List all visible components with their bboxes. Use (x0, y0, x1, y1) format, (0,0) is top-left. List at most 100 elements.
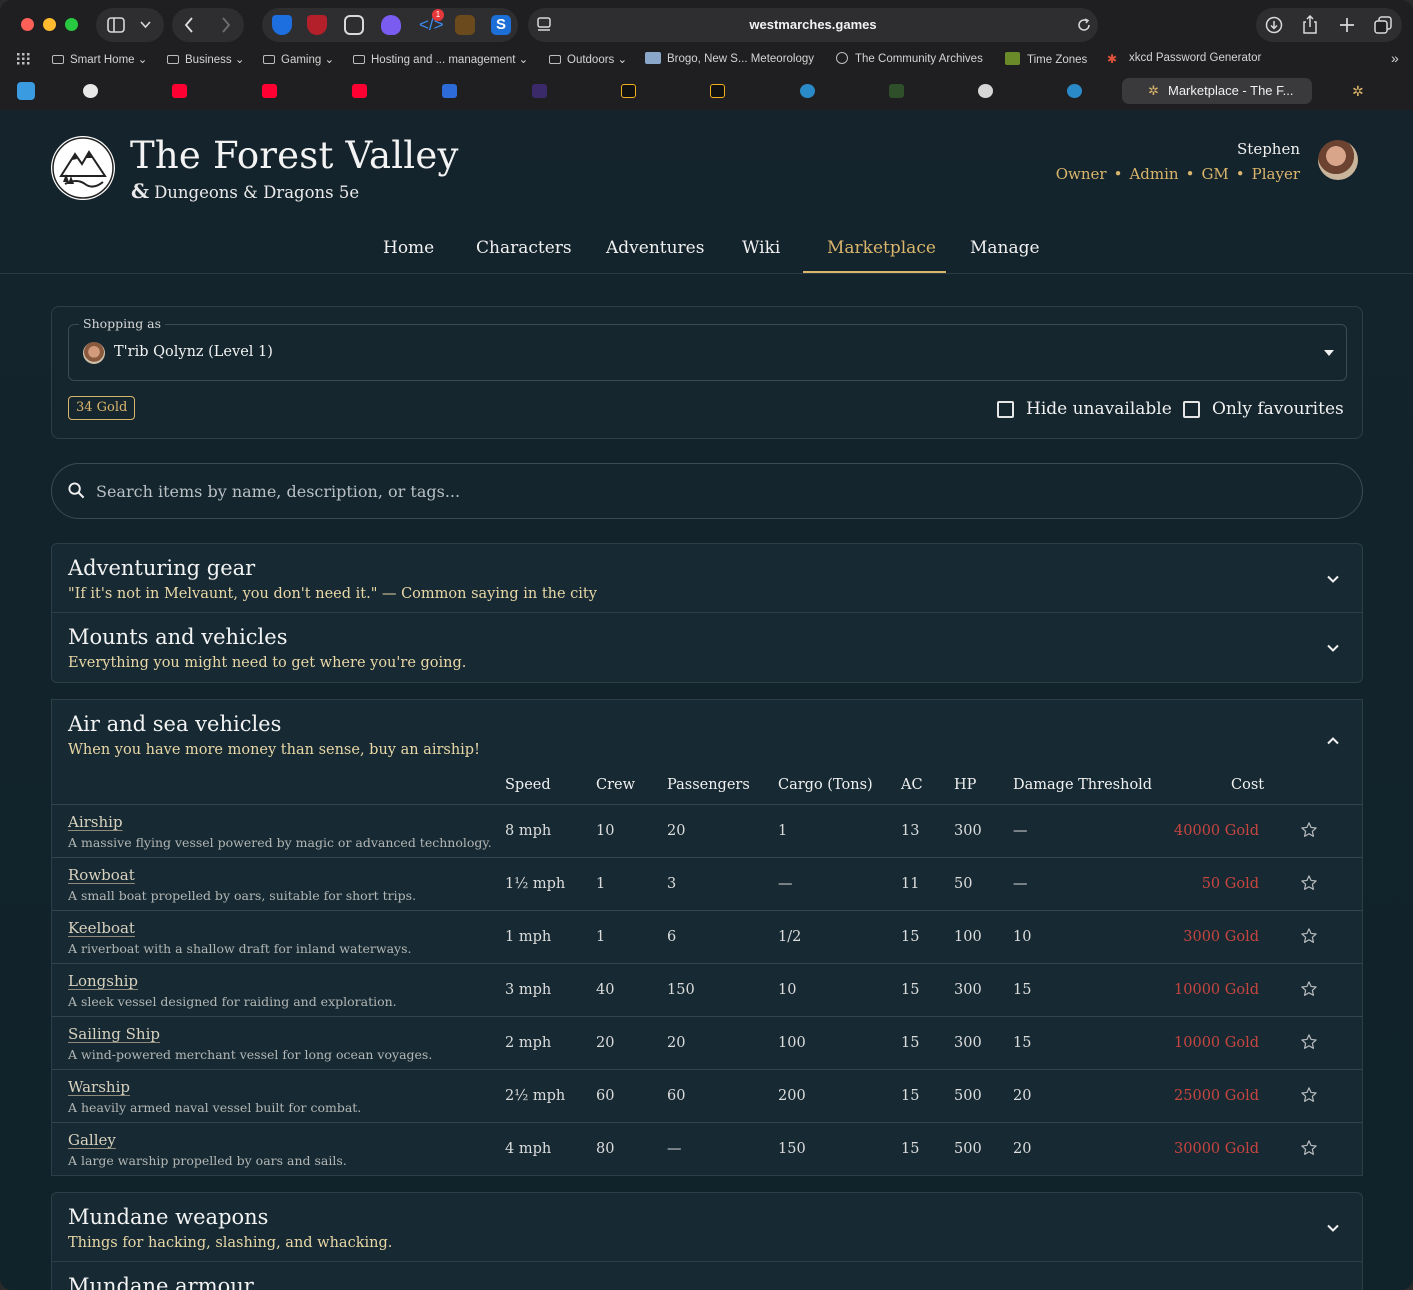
ghost-extension-icon[interactable] (381, 15, 401, 35)
table-row[interactable]: Warship A heavily armed naval vessel buil… (52, 1069, 1362, 1122)
layers-extension-icon[interactable] (455, 15, 475, 35)
item-name-link[interactable]: Keelboat (68, 919, 135, 937)
nav-characters[interactable]: Characters (476, 238, 572, 258)
nav-marketplace[interactable]: Marketplace (827, 238, 936, 258)
bookmark-folder-business[interactable]: Business ⌄ (167, 52, 245, 66)
active-tab[interactable]: ✲ Marketplace - The F... (1122, 78, 1312, 104)
forward-arrow-icon[interactable] (221, 17, 231, 33)
cell-dt: 15 (1013, 1035, 1032, 1051)
pinned-tab-icon[interactable] (17, 82, 35, 100)
only-favourites-checkbox[interactable] (1183, 401, 1200, 418)
cell-ac: 13 (901, 823, 920, 839)
item-name-link[interactable]: Airship (68, 813, 123, 831)
tab-hex-favicon-icon[interactable] (1067, 84, 1082, 98)
clock-favicon-icon (1005, 52, 1020, 65)
tab-youtube-icon[interactable] (172, 84, 187, 98)
category-title[interactable]: Air and sea vehicles (68, 712, 281, 736)
category-mundane-armour[interactable]: Mundane armour (51, 1261, 1363, 1290)
bookmark-folder-gaming[interactable]: Gaming ⌄ (263, 52, 334, 66)
nav-home[interactable]: Home (383, 238, 434, 258)
site-logo[interactable] (51, 136, 115, 200)
favourite-star-icon[interactable] (1300, 927, 1318, 945)
s-extension-icon[interactable]: S (491, 15, 511, 35)
bookmark-brogo[interactable]: Brogo, New S... Meteorology (645, 52, 814, 65)
item-name-link[interactable]: Rowboat (68, 866, 135, 884)
download-icon[interactable] (1265, 16, 1283, 34)
table-row[interactable]: Rowboat A small boat propelled by oars, s… (52, 857, 1362, 910)
tab-forest-favicon-icon[interactable]: ✲ (1352, 83, 1364, 100)
close-window-button[interactable] (21, 18, 34, 31)
chevron-down-icon[interactable] (1326, 641, 1340, 655)
user-avatar[interactable] (1318, 140, 1358, 180)
favourite-star-icon[interactable] (1300, 874, 1318, 892)
tab-v-favicon-icon[interactable] (710, 84, 725, 98)
folder-icon (263, 55, 275, 64)
category-adventuring-gear[interactable]: Adventuring gear "If it's not in Melvaun… (51, 543, 1363, 613)
table-row[interactable]: Keelboat A riverboat with a shallow draft… (52, 910, 1362, 963)
tab-circle-favicon-icon[interactable] (83, 84, 98, 98)
speech-bubble-extension-icon[interactable] (344, 15, 364, 35)
tab-overview-icon[interactable] (1374, 16, 1392, 34)
cell-speed: 2 mph (505, 1035, 552, 1051)
new-tab-icon[interactable] (1339, 17, 1355, 33)
more-bookmarks-icon[interactable]: » (1391, 50, 1399, 66)
tab-hex-favicon-icon[interactable] (800, 84, 815, 98)
favourite-star-icon[interactable] (1300, 1086, 1318, 1104)
nav-buttons (172, 8, 244, 42)
tab-blue-favicon-icon[interactable] (442, 84, 457, 98)
nav-manage[interactable]: Manage (970, 238, 1040, 258)
chevron-up-icon[interactable] (1326, 734, 1340, 748)
bookmark-community-archives[interactable]: The Community Archives (836, 52, 983, 65)
favourite-star-icon[interactable] (1300, 1139, 1318, 1157)
search-input[interactable] (96, 478, 1296, 504)
user-name[interactable]: Stephen (1237, 140, 1300, 158)
tab-purple-favicon-icon[interactable] (532, 84, 547, 98)
hide-unavailable-checkbox[interactable] (997, 401, 1014, 418)
tab-grey-favicon-icon[interactable] (978, 84, 993, 98)
chevron-down-icon[interactable] (1326, 572, 1340, 586)
table-row[interactable]: Galley A large warship propelled by oars … (52, 1122, 1362, 1175)
favourite-star-icon[interactable] (1300, 821, 1318, 839)
folder-icon (167, 55, 179, 64)
bitwarden-shield-icon[interactable] (272, 15, 292, 35)
bookmark-time-zones[interactable]: Time Zones (1005, 52, 1087, 66)
hide-unavailable-label[interactable]: Hide unavailable (1026, 399, 1172, 419)
main-nav: Home Characters Adventures Wiki Marketpl… (0, 228, 1413, 274)
item-name-link[interactable]: Sailing Ship (68, 1025, 160, 1043)
only-favourites-label[interactable]: Only favourites (1212, 399, 1344, 419)
minimize-window-button[interactable] (43, 18, 56, 31)
chevron-down-icon[interactable] (1326, 1221, 1340, 1235)
bookmark-folder-smart-home[interactable]: Smart Home ⌄ (52, 52, 147, 66)
zoom-window-button[interactable] (65, 18, 78, 31)
nav-wiki[interactable]: Wiki (742, 238, 780, 258)
tab-v-favicon-icon[interactable] (621, 84, 636, 98)
cell-cost: 25000 Gold (1174, 1088, 1259, 1104)
bookmark-xkcd[interactable]: ✱ xkcd Password Generator (1107, 52, 1261, 66)
red-shield-extension-icon[interactable] (307, 15, 327, 35)
bookmark-folder-outdoors[interactable]: Outdoors ⌄ (549, 52, 627, 66)
bookmark-folder-hosting[interactable]: Hosting and ... management ⌄ (353, 52, 528, 66)
table-row[interactable]: Sailing Ship A wind-powered merchant vess… (52, 1016, 1362, 1069)
character-select[interactable]: Shopping as T'rib Qolynz (Level 1) (68, 316, 1347, 381)
back-arrow-icon[interactable] (184, 17, 194, 33)
reload-icon[interactable] (1077, 18, 1091, 32)
favourite-star-icon[interactable] (1300, 1033, 1318, 1051)
table-row[interactable]: Longship A sleek vessel designed for raid… (52, 963, 1362, 1016)
tab-green-favicon-icon[interactable] (889, 84, 904, 98)
category-mounts-and-vehicles[interactable]: Mounts and vehicles Everything you might… (51, 612, 1363, 683)
category-air-and-sea-vehicles: Air and sea vehicles When you have more … (51, 699, 1363, 1176)
category-mundane-weapons[interactable]: Mundane weapons Things for hacking, slas… (51, 1192, 1363, 1262)
tab-youtube-icon[interactable] (262, 84, 277, 98)
apps-grid-icon[interactable] (17, 53, 30, 65)
role-separator: • (1235, 165, 1245, 183)
table-row[interactable]: Airship A massive flying vessel powered b… (52, 804, 1362, 857)
item-name-link[interactable]: Galley (68, 1131, 116, 1149)
favourite-star-icon[interactable] (1300, 980, 1318, 998)
share-icon[interactable] (1302, 15, 1318, 34)
item-name-link[interactable]: Warship (68, 1078, 130, 1096)
chevron-down-icon[interactable] (140, 21, 151, 29)
tab-youtube-icon[interactable] (352, 84, 367, 98)
nav-adventures[interactable]: Adventures (606, 238, 704, 258)
site-title[interactable]: The Forest Valley (130, 134, 459, 177)
item-name-link[interactable]: Longship (68, 972, 138, 990)
